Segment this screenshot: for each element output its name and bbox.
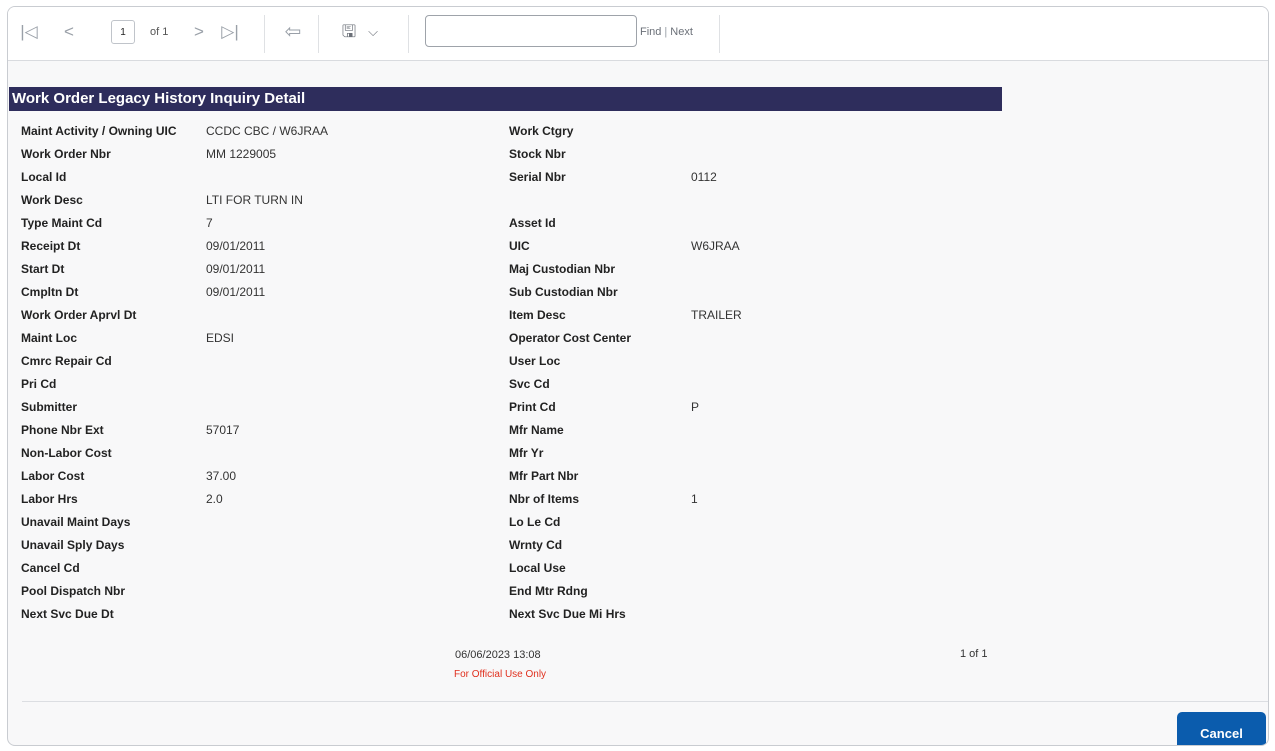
field-label: Mfr Name [509,423,564,437]
field-value: CCDC CBC / W6JRAA [206,124,329,138]
find-input[interactable] [425,15,637,47]
field-value: 1 [691,492,698,506]
field-label: Start Dt [21,262,65,276]
field-label: Submitter [21,400,78,414]
field-value: EDSI [206,331,235,345]
footer-divider [22,701,1268,702]
report-toolbar: |◁ < of 1 > ▷| ⇦ 🖫 ⌵ Find|Next [8,7,1268,61]
report-viewer: |◁ < of 1 > ▷| ⇦ 🖫 ⌵ Find|Next Work Orde… [7,6,1269,746]
field-label: Wrnty Cd [509,538,563,552]
field-label: Next Svc Due Dt [21,607,114,621]
field-label: Type Maint Cd [21,216,103,230]
toolbar-divider [719,15,720,53]
field-label: Cmpltn Dt [21,285,79,299]
next-page-icon[interactable]: > [188,19,210,45]
field-label: Next Svc Due Mi Hrs [509,607,626,621]
find-separator: | [664,26,668,38]
field-label: Non-Labor Cost [21,446,112,460]
field-value: 2.0 [206,492,223,506]
field-label: Pool Dispatch Nbr [21,584,126,598]
field-value: W6JRAA [691,239,740,253]
toolbar-divider [264,15,265,53]
field-value: P [691,400,700,414]
toolbar-divider [408,15,409,53]
field-label: Stock Nbr [509,147,566,161]
field-label: Unavail Maint Days [21,515,131,529]
field-label: Labor Hrs [21,492,78,506]
field-value: LTI FOR TURN IN [206,193,303,207]
field-label: Local Use [509,561,566,575]
page-count-label: of 1 [150,26,169,38]
field-label: Operator Cost Center [509,331,632,345]
field-value: 7 [206,216,213,230]
field-label: Svc Cd [509,377,550,391]
field-label: Cancel Cd [21,561,80,575]
field-label: Cmrc Repair Cd [21,354,112,368]
find-links: Find | Next [640,26,693,38]
report-page-indicator: 1 of 1 [960,648,988,660]
previous-page-icon[interactable]: < [58,19,80,45]
field-label: Asset Id [509,216,556,230]
field-label: User Loc [509,354,561,368]
field-value: TRAILER [691,308,742,322]
field-value: 09/01/2011 [206,239,266,253]
field-value: MM 1229005 [206,147,277,161]
field-label: Sub Custodian Nbr [509,285,618,299]
field-label: Work Ctgry [509,124,574,138]
last-page-icon[interactable]: ▷| [219,19,241,45]
field-label: Phone Nbr Ext [21,423,104,437]
find-link[interactable]: Find [640,26,661,38]
field-label: Maint Activity / Owning UIC [21,124,177,138]
field-label: Local Id [21,170,67,184]
field-label: Work Order Nbr [21,147,111,161]
save-icon[interactable]: 🖫 [338,19,360,45]
field-label: End Mtr Rdng [509,584,588,598]
field-label: Print Cd [509,400,556,414]
field-label: Maint Loc [21,331,77,345]
field-label: Item Desc [509,308,566,322]
first-page-icon[interactable]: |◁ [18,19,40,45]
chevron-down-icon[interactable]: ⌵ [362,19,384,45]
field-value: 09/01/2011 [206,262,266,276]
field-value: 57017 [206,423,240,437]
field-label: Nbr of Items [509,492,580,506]
toolbar-divider [318,15,319,53]
back-icon[interactable]: ⇦ [282,19,304,45]
field-label: Unavail Sply Days [21,538,125,552]
field-label: Mfr Part Nbr [509,469,579,483]
field-value: 09/01/2011 [206,285,266,299]
field-label: Labor Cost [21,469,85,483]
cancel-button[interactable]: Cancel [1177,712,1266,745]
report-title: Work Order Legacy History Inquiry Detail [9,87,1002,111]
field-value: 0112 [691,170,717,184]
field-value: 37.00 [206,469,237,483]
page-number-input[interactable] [111,20,135,44]
classification-label: For Official Use Only [454,669,547,680]
field-label: Work Order Aprvl Dt [21,308,137,322]
field-label: Pri Cd [21,377,57,391]
field-label: Maj Custodian Nbr [509,262,616,276]
field-label: Lo Le Cd [509,515,561,529]
field-label: Receipt Dt [21,239,81,253]
field-label: Mfr Yr [509,446,544,460]
report-timestamp: 06/06/2023 13:08 [455,649,541,661]
field-label: UIC [509,239,530,253]
find-next-link[interactable]: Next [670,26,693,38]
field-label: Work Desc [21,193,83,207]
field-label: Serial Nbr [509,170,566,184]
